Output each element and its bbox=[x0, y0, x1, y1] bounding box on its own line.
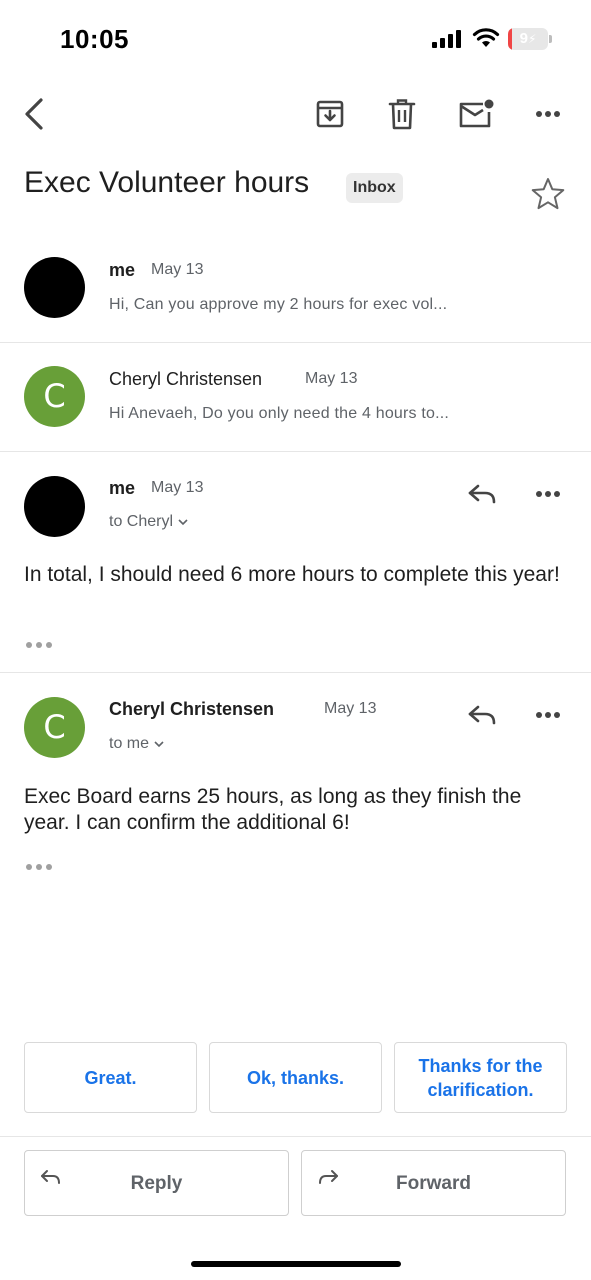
reply-icon bbox=[468, 705, 496, 725]
delete-button[interactable] bbox=[380, 88, 424, 140]
show-trimmed-content-icon[interactable] bbox=[24, 860, 56, 874]
battery-body: 9⚡ bbox=[508, 28, 548, 50]
sender-name: Cheryl Christensen bbox=[109, 699, 275, 719]
back-chevron-icon bbox=[25, 98, 43, 130]
divider bbox=[0, 451, 591, 452]
charging-bolt-icon: ⚡ bbox=[527, 32, 537, 46]
divider bbox=[0, 1136, 591, 1137]
battery-label: 9⚡ bbox=[508, 28, 548, 50]
reply-button[interactable] bbox=[462, 474, 502, 514]
subject-row: Exec Volunteer hours Inbox bbox=[0, 160, 591, 216]
message-date: May 13 bbox=[324, 700, 377, 717]
message-collapsed-1[interactable]: me May 13 Hi, Can you approve my 2 hours… bbox=[0, 233, 591, 343]
recipient-details-toggle[interactable]: to me bbox=[109, 735, 165, 753]
recipient-details-toggle[interactable]: to Cheryl bbox=[109, 513, 189, 531]
forward-action-button[interactable]: Forward bbox=[301, 1150, 566, 1216]
sender-name: Cheryl Christensen bbox=[109, 369, 263, 389]
status-bar: 10:05 9⚡ bbox=[0, 0, 591, 80]
wifi-icon bbox=[472, 28, 500, 47]
mark-unread-icon bbox=[459, 99, 494, 128]
more-horizontal-icon bbox=[536, 491, 560, 497]
message-date: May 13 bbox=[151, 261, 204, 278]
message-collapsed-2[interactable]: C Cheryl Christensen May 13 Hi Anevaeh, … bbox=[0, 342, 591, 452]
battery-indicator: 9⚡ bbox=[508, 28, 552, 50]
message-snippet: Hi, Can you approve my 2 hours for exec … bbox=[109, 296, 448, 313]
message-more-button[interactable] bbox=[528, 695, 568, 735]
divider bbox=[0, 672, 591, 673]
inbox-label-chip[interactable]: Inbox bbox=[346, 173, 403, 203]
message-body: In total, I should need 6 more hours to … bbox=[24, 563, 560, 586]
show-trimmed-content-icon[interactable] bbox=[24, 638, 56, 652]
trash-icon bbox=[388, 99, 416, 130]
archive-icon bbox=[316, 100, 344, 128]
recipient-line: to Cheryl bbox=[109, 513, 174, 530]
cellular-signal-icon bbox=[432, 30, 461, 48]
smart-reply-ok-thanks[interactable]: Ok, thanks. bbox=[209, 1042, 382, 1113]
more-horizontal-icon bbox=[536, 111, 560, 117]
message-more-button[interactable] bbox=[528, 474, 568, 514]
avatar bbox=[24, 476, 85, 537]
back-button[interactable] bbox=[12, 88, 56, 140]
message-toolbar bbox=[0, 88, 591, 140]
message-date: May 13 bbox=[151, 479, 204, 496]
more-horizontal-icon bbox=[536, 712, 560, 718]
more-options-button[interactable] bbox=[526, 88, 570, 140]
avatar: C bbox=[24, 697, 85, 758]
reply-button[interactable] bbox=[462, 695, 502, 735]
battery-cap bbox=[549, 35, 552, 43]
forward-label: Forward bbox=[396, 1173, 471, 1194]
battery-percent: 9 bbox=[519, 30, 528, 47]
smart-reply-thanks-clarification[interactable]: Thanks for the clarification. bbox=[394, 1042, 567, 1113]
reply-icon bbox=[468, 484, 496, 504]
archive-button[interactable] bbox=[308, 88, 352, 140]
sender-name: me bbox=[109, 478, 136, 498]
message-date: May 13 bbox=[305, 370, 358, 387]
reply-action-button[interactable]: Reply bbox=[24, 1150, 289, 1216]
thread-subject: Exec Volunteer hours bbox=[24, 166, 310, 199]
avatar bbox=[24, 257, 85, 318]
star-icon[interactable] bbox=[530, 176, 566, 212]
mark-unread-button[interactable] bbox=[454, 88, 498, 140]
avatar: C bbox=[24, 366, 85, 427]
home-indicator[interactable] bbox=[191, 1261, 401, 1267]
reply-label: Reply bbox=[130, 1173, 183, 1194]
chevron-down-icon bbox=[178, 519, 188, 525]
sender-name: me bbox=[109, 260, 136, 280]
message-snippet: Hi Anevaeh, Do you only need the 4 hours… bbox=[109, 405, 450, 422]
chevron-down-icon bbox=[154, 741, 164, 747]
recipient-line: to me bbox=[109, 735, 150, 752]
status-time: 10:05 bbox=[60, 24, 129, 54]
smart-reply-great[interactable]: Great. bbox=[24, 1042, 197, 1113]
message-body: Exec Board earns 25 hours, as long as th… bbox=[24, 785, 522, 834]
